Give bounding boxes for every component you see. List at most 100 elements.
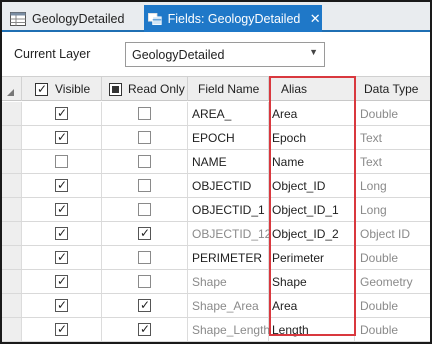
read-only-checkbox[interactable]: ✓ <box>138 226 151 240</box>
field-name-cell[interactable]: Shape_Area <box>188 294 269 317</box>
visible-checkbox[interactable]: ✓ <box>55 106 68 120</box>
table-row[interactable]: ✓ EPOCH Epoch Text <box>2 126 430 150</box>
alias-cell[interactable]: Length <box>269 318 355 341</box>
field-name-cell[interactable]: AREA_ <box>188 102 269 125</box>
alias-cell[interactable]: Shape <box>269 270 355 293</box>
table-row[interactable]: ✓ PERIMETER Perimeter Double <box>2 246 430 270</box>
row-selector[interactable] <box>2 150 22 173</box>
field-name-cell[interactable]: PERIMETER <box>188 246 269 269</box>
visible-all-checkbox[interactable]: ✓ <box>35 82 48 96</box>
alias-cell[interactable]: Epoch <box>269 126 355 149</box>
visible-checkbox[interactable]: ✓ <box>55 226 68 240</box>
read-only-all-checkbox[interactable] <box>109 82 122 96</box>
grid-header: ✓ Visible Read Only Field Name Alias Dat… <box>2 76 430 101</box>
current-layer-row: Current Layer GeologyDetailed ▼ <box>2 32 430 76</box>
table-row[interactable]: ✓ ✓ OBJECTID_12 Object_ID_2 Object ID <box>2 222 430 246</box>
fields-grid: ✓ Visible Read Only Field Name Alias Dat… <box>2 76 430 342</box>
read-only-checkbox[interactable] <box>138 107 151 120</box>
header-data-type[interactable]: Data Type <box>355 77 430 101</box>
visible-checkbox[interactable]: ✓ <box>55 130 68 144</box>
data-type-cell[interactable]: Double <box>355 294 430 317</box>
header-alias-label: Alias <box>281 82 308 96</box>
read-only-checkbox[interactable] <box>138 203 151 216</box>
visible-checkbox[interactable]: ✓ <box>55 274 68 288</box>
select-all-corner[interactable] <box>2 77 22 101</box>
header-data-type-label: Data Type <box>364 82 419 96</box>
table-row[interactable]: NAME Name Text <box>2 150 430 174</box>
read-only-cell <box>102 270 188 293</box>
visible-checkbox[interactable]: ✓ <box>55 178 68 192</box>
data-type-cell[interactable]: Double <box>355 246 430 269</box>
table-row[interactable]: ✓ ✓ Shape_Length Length Double <box>2 318 430 342</box>
table-row[interactable]: ✓ OBJECTID_1 Object_ID_1 Long <box>2 198 430 222</box>
field-name-cell[interactable]: NAME <box>188 150 269 173</box>
data-type-cell[interactable]: Double <box>355 102 430 125</box>
alias-cell[interactable]: Area <box>269 294 355 317</box>
data-type-cell[interactable]: Double <box>355 318 430 341</box>
data-type-cell[interactable]: Object ID <box>355 222 430 245</box>
table-row[interactable]: ✓ AREA_ Area Double <box>2 102 430 126</box>
visible-cell: ✓ <box>22 246 102 269</box>
read-only-checkbox[interactable] <box>138 155 151 168</box>
row-selector[interactable] <box>2 246 22 269</box>
tab-label: Fields: GeologyDetailed <box>167 11 301 26</box>
read-only-checkbox[interactable]: ✓ <box>138 322 151 336</box>
alias-cell[interactable]: Object_ID <box>269 174 355 197</box>
tab-fields-view[interactable]: Fields: GeologyDetailed ✕ <box>144 5 322 32</box>
data-type-cell[interactable]: Text <box>355 126 430 149</box>
read-only-checkbox[interactable] <box>138 275 151 288</box>
field-name-cell[interactable]: OBJECTID_1 <box>188 198 269 221</box>
row-selector[interactable] <box>2 198 22 221</box>
visible-checkbox[interactable]: ✓ <box>55 250 68 264</box>
data-type-cell[interactable]: Long <box>355 174 430 197</box>
alias-cell[interactable]: Perimeter <box>269 246 355 269</box>
row-selector[interactable] <box>2 126 22 149</box>
table-row[interactable]: ✓ Shape Shape Geometry <box>2 270 430 294</box>
visible-checkbox[interactable]: ✓ <box>55 322 68 336</box>
visible-checkbox[interactable]: ✓ <box>55 202 68 216</box>
row-selector[interactable] <box>2 318 22 341</box>
close-icon[interactable]: ✕ <box>308 11 322 27</box>
current-layer-label: Current Layer <box>14 47 91 61</box>
header-visible[interactable]: ✓ Visible <box>22 77 102 101</box>
table-row[interactable]: ✓ OBJECTID Object_ID Long <box>2 174 430 198</box>
header-read-only-label: Read Only <box>128 82 185 96</box>
header-field-name-label: Field Name <box>198 82 260 96</box>
row-selector[interactable] <box>2 294 22 317</box>
field-name-cell[interactable]: EPOCH <box>188 126 269 149</box>
tab-bar: GeologyDetailed Fields: GeologyDetailed … <box>2 2 430 32</box>
read-only-cell: ✓ <box>102 318 188 341</box>
field-name-cell[interactable]: Shape_Length <box>188 318 270 341</box>
visible-checkbox[interactable] <box>55 155 68 168</box>
row-selector[interactable] <box>2 222 22 245</box>
current-layer-dropdown[interactable]: GeologyDetailed ▼ <box>125 42 325 67</box>
data-type-cell[interactable]: Text <box>355 150 430 173</box>
read-only-checkbox[interactable] <box>138 179 151 192</box>
field-name-cell[interactable]: OBJECTID <box>188 174 269 197</box>
data-type-cell[interactable]: Geometry <box>355 270 430 293</box>
alias-cell[interactable]: Object_ID_2 <box>269 222 355 245</box>
field-name-cell[interactable]: Shape <box>188 270 269 293</box>
tab-attribute-table[interactable]: GeologyDetailed <box>6 5 144 32</box>
read-only-cell <box>102 198 188 221</box>
header-field-name[interactable]: Field Name <box>188 77 269 101</box>
read-only-checkbox[interactable] <box>138 251 151 264</box>
fields-view-icon <box>148 12 162 25</box>
visible-cell: ✓ <box>22 318 102 341</box>
data-type-cell[interactable]: Long <box>355 198 430 221</box>
header-read-only[interactable]: Read Only <box>102 77 188 101</box>
row-selector[interactable] <box>2 174 22 197</box>
row-selector[interactable] <box>2 102 22 125</box>
row-selector[interactable] <box>2 270 22 293</box>
read-only-checkbox[interactable] <box>138 131 151 144</box>
table-icon <box>10 11 26 26</box>
visible-checkbox[interactable]: ✓ <box>55 298 68 312</box>
header-alias[interactable]: Alias <box>269 77 355 101</box>
visible-cell: ✓ <box>22 222 102 245</box>
alias-cell[interactable]: Name <box>269 150 355 173</box>
table-row[interactable]: ✓ ✓ Shape_Area Area Double <box>2 294 430 318</box>
field-name-cell[interactable]: OBJECTID_12 <box>188 222 271 245</box>
read-only-checkbox[interactable]: ✓ <box>138 298 151 312</box>
alias-cell[interactable]: Area <box>269 102 355 125</box>
alias-cell[interactable]: Object_ID_1 <box>269 198 355 221</box>
